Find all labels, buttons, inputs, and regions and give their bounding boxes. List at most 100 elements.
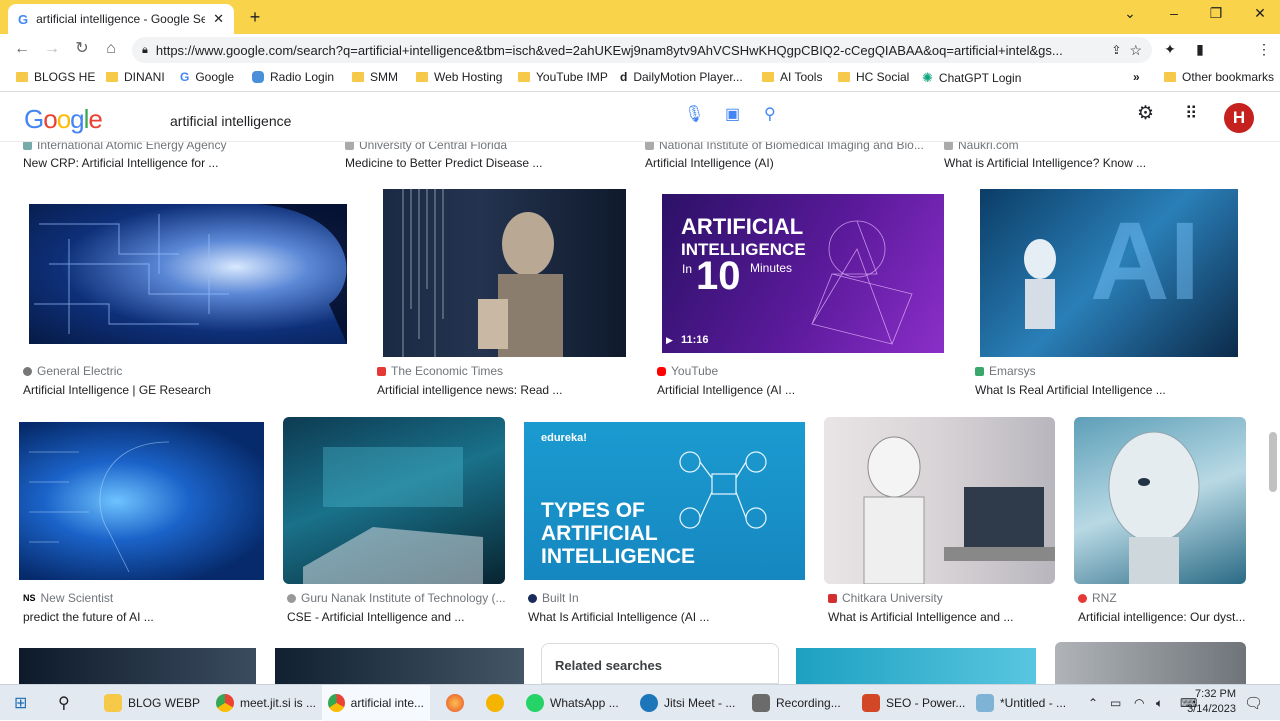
microphone-icon[interactable]: 🎙︎	[684, 104, 704, 124]
result-caption[interactable]: New CRP: Artificial Intelligence for ...	[23, 156, 218, 170]
page-scrollbar[interactable]	[1269, 432, 1277, 492]
taskbar-app[interactable]: BLOG WEBP	[98, 685, 206, 721]
result-caption[interactable]: Artificial intelligence news: Read ...	[377, 383, 562, 397]
side-panel-icon[interactable]: ▮	[1190, 39, 1210, 59]
firefox-app-icon[interactable]	[440, 685, 470, 721]
result-caption[interactable]: What is Artificial Intelligence? Know ..…	[944, 156, 1146, 170]
bookmark-item[interactable]: G Google	[180, 70, 234, 84]
windows-taskbar: ⊞ ⚲ BLOG WEBP meet.jit.si is ... artific…	[0, 684, 1280, 721]
share-icon[interactable]: ⇪	[1111, 43, 1121, 57]
result-image-edureka-types-ai[interactable]: edureka! TYPES OF ARTIFICIAL INTELLIGENC…	[524, 422, 805, 580]
folder-icon	[518, 72, 530, 82]
bookmark-item[interactable]: SMM	[352, 70, 398, 84]
forward-button[interactable]: →	[42, 39, 62, 59]
result-image-laptop-hands[interactable]	[283, 417, 505, 584]
result-caption[interactable]: predict the future of AI ...	[23, 610, 154, 624]
bookmark-item[interactable]: HC Social	[838, 70, 909, 84]
address-bar[interactable]: 🔒︎ https://www.google.com/search?q=artif…	[132, 37, 1152, 63]
taskbar-app[interactable]: Recording...	[746, 685, 847, 721]
result-caption[interactable]: Artificial Intelligence | GE Research	[23, 383, 211, 397]
chrome-canary-app-icon[interactable]	[480, 685, 510, 721]
result-image-partial[interactable]	[19, 648, 256, 684]
search-icon[interactable]: ⚲	[764, 104, 776, 124]
result-caption[interactable]: Artificial intelligence: Our dyst...	[1078, 610, 1245, 624]
result-image-robot-economic-times[interactable]	[383, 189, 626, 357]
result-source[interactable]: RNZ	[1078, 591, 1117, 605]
close-window-button[interactable]: ✕	[1248, 5, 1272, 22]
result-source[interactable]: Emarsys	[975, 364, 1036, 378]
bookmark-item[interactable]: d DailyMotion Player...	[620, 70, 743, 84]
new-tab-button[interactable]: +	[244, 6, 266, 28]
tab-search-chevron-icon[interactable]: ⌄	[1118, 5, 1142, 22]
bookmark-item[interactable]: YouTube IMP	[518, 70, 608, 84]
taskbar-app[interactable]: SEO - Power...	[856, 685, 971, 721]
bookmark-item[interactable]: Radio Login	[252, 70, 334, 84]
result-source[interactable]: The Economic Times	[377, 364, 503, 378]
result-image-partial[interactable]	[796, 648, 1036, 684]
bookmark-item[interactable]: BLOGS HE	[16, 70, 95, 84]
home-button[interactable]: ⌂	[101, 39, 121, 59]
result-caption[interactable]: Artificial Intelligence (AI ...	[657, 383, 795, 397]
youtube-favicon-icon	[657, 366, 666, 376]
lock-icon[interactable]: 🔒︎	[142, 44, 148, 57]
minimize-button[interactable]: –	[1162, 5, 1186, 21]
google-logo[interactable]: Google	[24, 104, 103, 135]
notifications-icon[interactable]: 🗨︎	[1238, 685, 1269, 721]
result-image-circuit-head[interactable]	[29, 204, 347, 344]
close-tab-icon[interactable]: ✕	[213, 11, 224, 27]
chrome-app-icon	[216, 694, 234, 712]
taskbar-search-icon[interactable]: ⚲	[52, 685, 76, 721]
result-caption[interactable]: What is Artificial Intelligence and ...	[828, 610, 1013, 624]
google-account-avatar[interactable]: H	[1224, 103, 1254, 133]
bookmark-item[interactable]: AI Tools	[762, 70, 822, 84]
result-image-digital-face[interactable]	[19, 422, 264, 580]
youtube-video-thumbnail[interactable]: ARTIFICIAL INTELLIGENCE In 10 Minutes ▶ …	[662, 194, 944, 353]
result-source[interactable]: Built In	[528, 591, 579, 605]
settings-gear-icon[interactable]: ⚙	[1137, 102, 1154, 125]
taskbar-clock[interactable]: 7:32 PM 3/14/2023	[1187, 687, 1236, 717]
other-bookmarks[interactable]: Other bookmarks	[1164, 70, 1274, 84]
result-image-robot-ai-emarsys[interactable]: AI	[980, 189, 1238, 357]
maximize-button[interactable]: ❐	[1204, 5, 1228, 22]
folder-icon	[762, 72, 774, 82]
result-caption[interactable]: Artificial Intelligence (AI)	[645, 156, 774, 170]
result-source[interactable]: NS New Scientist	[23, 591, 113, 605]
result-source[interactable]: Guru Nanak Institute of Technology (...	[287, 591, 506, 605]
result-caption[interactable]: What Is Artificial Intelligence (AI ...	[528, 610, 709, 624]
result-source[interactable]: YouTube	[657, 364, 718, 378]
google-icon: G	[180, 70, 190, 84]
extensions-puzzle-icon[interactable]: ✦	[1160, 39, 1180, 59]
taskbar-app[interactable]: WhatsApp ...	[520, 685, 625, 721]
result-source[interactable]: General Electric	[23, 364, 122, 378]
tray-volume-icon[interactable]: 🔈︎	[1150, 685, 1169, 721]
url-text: https://www.google.com/search?q=artifici…	[155, 42, 1063, 58]
tray-chevron-icon[interactable]: ⌃	[1082, 685, 1104, 721]
tray-wifi-icon[interactable]: ◠	[1128, 685, 1150, 721]
result-image-partial[interactable]	[275, 648, 524, 684]
tray-network-icon[interactable]: ▭	[1104, 685, 1127, 721]
apps-grid-icon[interactable]: ⠿	[1185, 104, 1197, 124]
result-caption[interactable]: CSE - Artificial Intelligence and ...	[287, 610, 464, 624]
more-bookmarks-chevron-icon[interactable]: »	[1133, 70, 1140, 84]
menu-kebab-icon[interactable]: ⋮	[1254, 39, 1274, 59]
taskbar-app[interactable]: *Untitled - ...	[970, 685, 1072, 721]
bookmark-item[interactable]: ✺ ChatGPT Login	[922, 70, 1021, 86]
bookmark-star-icon[interactable]: ☆	[1129, 42, 1142, 59]
reload-button[interactable]: ↻	[72, 39, 92, 59]
bookmark-item[interactable]: DINANI	[106, 70, 165, 84]
camera-lens-icon[interactable]: ▣	[725, 104, 740, 124]
browser-tab-active[interactable]: G artificial intelligence - Google Se ✕	[8, 4, 234, 34]
result-caption[interactable]: What Is Real Artificial Intelligence ...	[975, 383, 1166, 397]
result-caption[interactable]: Medicine to Better Predict Disease ...	[345, 156, 542, 170]
result-image-partial[interactable]	[1055, 642, 1246, 684]
related-searches-panel[interactable]: Related searches	[541, 643, 779, 684]
back-button[interactable]: ←	[12, 39, 32, 59]
start-button[interactable]: ⊞	[8, 685, 33, 721]
bookmark-item[interactable]: Web Hosting	[416, 70, 502, 84]
result-image-humanoid-rnz[interactable]	[1074, 417, 1246, 584]
result-source[interactable]: Chitkara University	[828, 591, 943, 605]
taskbar-app-active[interactable]: artificial inte...	[322, 685, 430, 721]
result-image-robot-laptop[interactable]	[824, 417, 1055, 584]
taskbar-app[interactable]: meet.jit.si is ...	[210, 685, 322, 721]
taskbar-app[interactable]: Jitsi Meet - ...	[634, 685, 741, 721]
